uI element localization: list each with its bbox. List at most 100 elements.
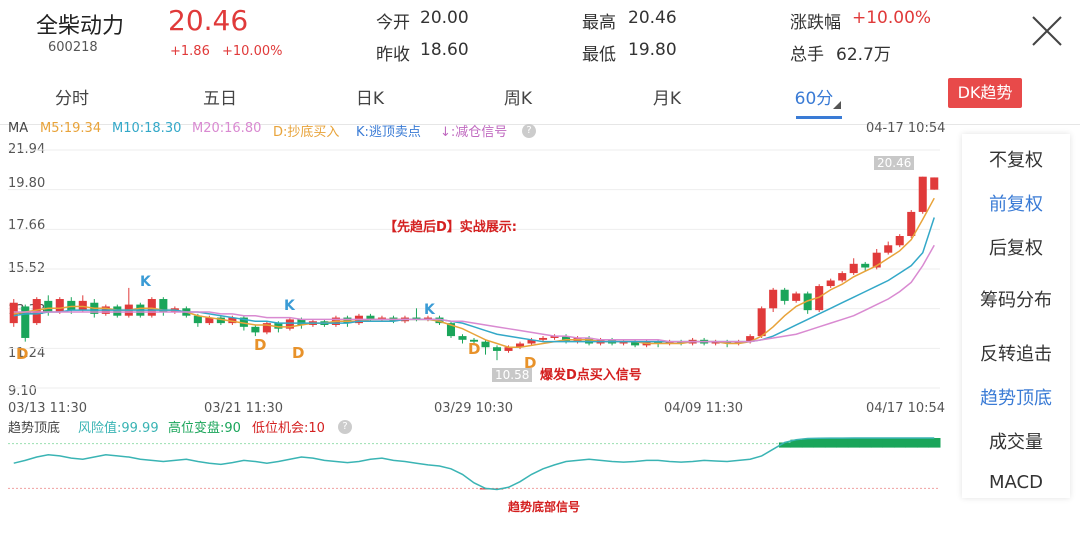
candle <box>930 177 939 190</box>
x-tick-1: 03/21 11:30 <box>204 401 284 416</box>
open-label: 今开 <box>376 13 410 33</box>
k-marker-2: K <box>284 298 295 314</box>
candle <box>826 280 835 287</box>
high-price-tag: 20.46 <box>874 156 915 170</box>
high-label: 最高 <box>582 13 616 33</box>
tab-60min[interactable]: 60分 <box>792 84 844 109</box>
legend-help-icon[interactable]: ? <box>522 122 536 138</box>
open-value: 20.00 <box>420 8 469 28</box>
trend-indicator-chart[interactable] <box>0 432 960 504</box>
pct-label: 涨跌幅 <box>790 13 841 33</box>
title-note: 【先趋后D】实战展示: <box>384 220 517 235</box>
tab-60min-label: 60分 <box>794 89 834 109</box>
side-item-volume[interactable]: 成交量 <box>962 428 1070 454</box>
prev-close-value: 18.60 <box>420 40 469 60</box>
d-marker-4: D <box>468 340 481 358</box>
kline-chart[interactable] <box>0 138 960 400</box>
price-change: +1.86 <box>170 44 210 59</box>
high-zone-bar <box>916 438 929 448</box>
candle <box>147 299 156 316</box>
candle <box>769 289 778 309</box>
x-tick-3: 04/09 11:30 <box>664 401 744 416</box>
high-zone-bar <box>870 438 883 448</box>
high-value: 20.46 <box>628 8 677 28</box>
active-tab-underline <box>796 116 842 119</box>
close-button[interactable] <box>1030 14 1064 48</box>
candle <box>884 245 893 253</box>
tab-monthly-k[interactable]: 月K <box>641 84 693 109</box>
high-zone-bar <box>859 438 872 448</box>
tab-intraday[interactable]: 分时 <box>46 84 98 109</box>
legend-m10: M10:18.30 <box>112 121 182 136</box>
legend-m20: M20:16.80 <box>192 121 262 136</box>
current-price: 20.46 <box>168 4 249 37</box>
candle <box>55 299 64 313</box>
stock-code: 600218 <box>48 40 98 55</box>
candle <box>481 341 490 348</box>
candle <box>539 337 548 340</box>
tab-daily-k[interactable]: 日K <box>344 84 396 109</box>
x-tick-4: 04/17 10:54 <box>866 401 946 416</box>
side-item-trend-top-bottom[interactable]: 趋势顶底 <box>962 384 1070 410</box>
side-item-reversal-chase[interactable]: 反转追击 <box>962 340 1070 366</box>
dropdown-corner-icon <box>833 101 842 109</box>
candle <box>792 293 801 301</box>
tab-five-day[interactable]: 五日 <box>194 84 246 109</box>
bottom-signal-note: 趋势底部信号 <box>508 500 581 514</box>
high-zone-bar <box>905 438 918 448</box>
candle <box>67 300 76 311</box>
side-item-macd[interactable]: MACD <box>962 472 1070 493</box>
candle <box>251 326 260 333</box>
candle <box>757 308 766 337</box>
side-item-no-adjust[interactable]: 不复权 <box>962 146 1070 172</box>
close-icon <box>1032 16 1062 46</box>
prev-close-label: 昨收 <box>376 45 410 65</box>
pct-value: +10.00% <box>852 8 932 28</box>
candle <box>78 300 87 311</box>
adjustment-side-panel: 不复权 前复权 后复权 筹码分布 反转追击 趋势顶底 成交量 MACD <box>962 134 1070 498</box>
candle <box>458 336 467 340</box>
high-zone-bar <box>882 438 895 448</box>
d-marker-1: D <box>16 345 29 363</box>
k-marker-3: K <box>424 302 435 318</box>
side-item-chip-distribution[interactable]: 筹码分布 <box>962 286 1070 312</box>
high-zone-bar <box>893 438 906 448</box>
high-zone-bar <box>928 438 941 448</box>
legend-time: 04-17 10:54 <box>866 121 946 136</box>
high-zone-bar <box>813 438 826 448</box>
candle <box>492 347 502 351</box>
candle <box>113 306 122 316</box>
candle <box>838 273 847 281</box>
dk-trend-button[interactable]: DK趋势 <box>948 78 1022 108</box>
side-item-backward-adjust[interactable]: 后复权 <box>962 234 1070 260</box>
low-value: 19.80 <box>628 40 677 60</box>
high-zone-bar <box>824 438 837 448</box>
x-tick-2: 03/29 10:30 <box>434 401 514 416</box>
candle <box>849 263 858 274</box>
buy-signal-note: 爆发D点买入信号 <box>540 368 642 383</box>
volume-value: 62.7万 <box>836 45 891 65</box>
side-item-forward-adjust[interactable]: 前复权 <box>962 190 1070 216</box>
tab-weekly-k[interactable]: 周K <box>492 84 544 109</box>
candle <box>44 300 53 313</box>
candle <box>780 289 789 301</box>
low-label: 最低 <box>582 45 616 65</box>
high-zone-bar <box>847 438 860 448</box>
candle <box>918 176 927 212</box>
d-marker-5: D <box>524 354 537 372</box>
volume-label: 总手 <box>790 45 824 65</box>
k-marker-1: K <box>140 274 151 290</box>
stock-name: 全柴动力 <box>36 14 125 39</box>
help-icon: ? <box>522 124 536 138</box>
candle <box>861 263 870 268</box>
legend-ma: MA <box>8 121 29 136</box>
high-zone-bar <box>836 438 849 448</box>
candle <box>895 236 904 246</box>
legend-m5: M5:19.34 <box>40 121 102 136</box>
candle <box>907 211 916 237</box>
d-marker-3: D <box>292 344 305 362</box>
price-change-pct: +10.00% <box>222 44 283 59</box>
d-marker-2: D <box>254 336 267 354</box>
high-zone-bar <box>801 438 814 448</box>
x-tick-0: 03/13 11:30 <box>8 401 88 416</box>
